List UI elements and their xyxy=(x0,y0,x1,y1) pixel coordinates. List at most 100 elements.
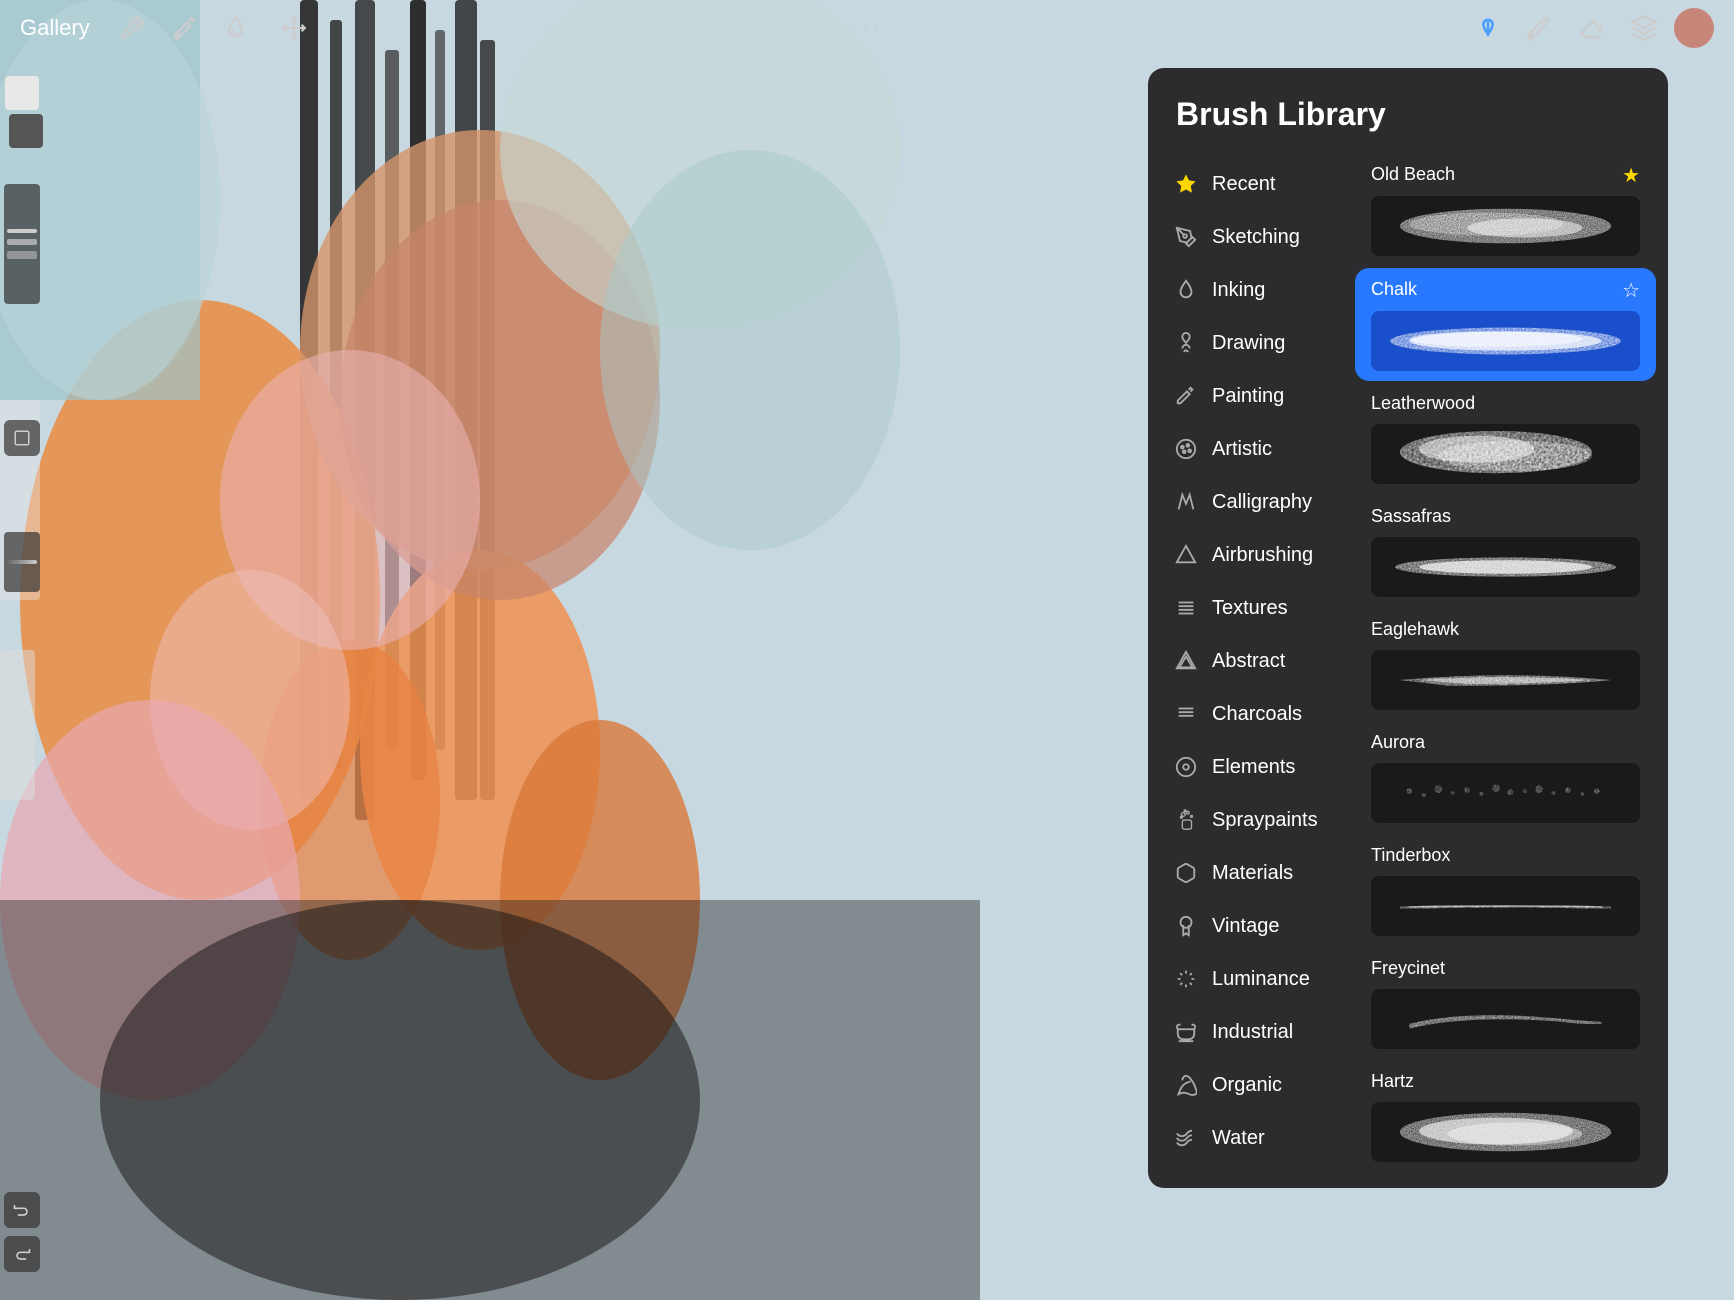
brush-aurora[interactable]: Aurora xyxy=(1355,722,1656,833)
top-bar: Gallery ··· xyxy=(0,0,1734,56)
category-recent-label: Recent xyxy=(1212,173,1275,196)
brush-size-control[interactable] xyxy=(4,184,40,304)
category-spraypaints-label: Spraypaints xyxy=(1212,809,1318,832)
eraser-tool-button[interactable] xyxy=(1570,6,1614,50)
water-icon xyxy=(1174,1126,1198,1150)
smudge-tool-icon[interactable] xyxy=(218,6,262,50)
color-swatch-secondary[interactable] xyxy=(9,114,43,148)
brush-chalk-preview xyxy=(1371,311,1640,371)
gallery-button[interactable]: Gallery xyxy=(20,15,90,41)
spraypaints-icon xyxy=(1174,808,1198,832)
brush-hartz[interactable]: Hartz xyxy=(1355,1061,1656,1172)
category-recent[interactable]: Recent xyxy=(1156,158,1335,210)
category-textures[interactable]: Textures xyxy=(1156,582,1335,634)
undo-button[interactable] xyxy=(4,1192,40,1228)
brush-chalk-name: Chalk xyxy=(1371,279,1417,300)
brush-tinderbox-name: Tinderbox xyxy=(1371,845,1450,866)
organic-icon xyxy=(1174,1073,1198,1097)
brush-library-panel: Brush Library Recent Ske xyxy=(1148,68,1668,1188)
drawing-icon xyxy=(1174,331,1198,355)
opacity-slider[interactable] xyxy=(4,532,40,592)
brush-aurora-preview xyxy=(1371,763,1640,823)
artistic-icon xyxy=(1174,437,1198,461)
brush-old-beach[interactable]: Old Beach ★ xyxy=(1355,153,1656,266)
category-inking-label: Inking xyxy=(1212,279,1265,302)
category-painting-label: Painting xyxy=(1212,385,1284,408)
brush-library-title: Brush Library xyxy=(1176,96,1386,132)
brush-chalk[interactable]: Chalk ☆ xyxy=(1355,268,1656,381)
luminance-icon xyxy=(1174,967,1198,991)
inking-icon xyxy=(1174,278,1198,302)
category-abstract-label: Abstract xyxy=(1212,650,1285,673)
charcoals-icon xyxy=(1174,702,1198,726)
redo-button[interactable] xyxy=(4,1236,40,1272)
move-tool-icon[interactable] xyxy=(272,6,316,50)
airbrushing-icon xyxy=(1174,543,1198,567)
recent-icon xyxy=(1174,172,1198,196)
category-industrial[interactable]: Industrial xyxy=(1156,1006,1335,1058)
category-artistic[interactable]: Artistic xyxy=(1156,423,1335,475)
brush-leatherwood-name: Leatherwood xyxy=(1371,393,1475,414)
category-water-label: Water xyxy=(1212,1127,1265,1150)
brush-eaglehawk[interactable]: Eaglehawk xyxy=(1355,609,1656,720)
category-organic-label: Organic xyxy=(1212,1074,1282,1097)
category-charcoals-label: Charcoals xyxy=(1212,703,1302,726)
category-spraypaints[interactable]: Spraypaints xyxy=(1156,794,1335,846)
materials-icon xyxy=(1174,861,1198,885)
brush-old-beach-name: Old Beach xyxy=(1371,164,1455,185)
color-swatch-primary[interactable] xyxy=(5,76,39,110)
brush-old-beach-star[interactable]: ★ xyxy=(1622,163,1640,188)
layers-tool-button[interactable] xyxy=(1622,6,1666,50)
calligraphy-icon xyxy=(1174,490,1198,514)
brush-sassafras[interactable]: Sassafras xyxy=(1355,496,1656,607)
brush-leatherwood[interactable]: Leatherwood ☆ xyxy=(1355,383,1656,494)
category-airbrushing[interactable]: Airbrushing xyxy=(1156,529,1335,581)
category-drawing-label: Drawing xyxy=(1212,332,1285,355)
brush-sassafras-name: Sassafras xyxy=(1371,506,1451,527)
context-menu-dots[interactable]: ··· xyxy=(850,15,884,41)
textures-icon xyxy=(1174,596,1198,620)
brush-eaglehawk-preview xyxy=(1371,650,1640,710)
category-list: Recent Sketching Inking xyxy=(1148,149,1343,1188)
category-vintage[interactable]: Vintage xyxy=(1156,900,1335,952)
brush-tinderbox[interactable]: Tinderbox xyxy=(1355,835,1656,946)
user-avatar[interactable] xyxy=(1674,8,1714,48)
brush-aurora-name: Aurora xyxy=(1371,732,1425,753)
category-vintage-label: Vintage xyxy=(1212,915,1279,938)
brush-leatherwood-preview xyxy=(1371,424,1640,484)
brush-tool-button[interactable] xyxy=(1518,6,1562,50)
category-textures-label: Textures xyxy=(1212,597,1288,620)
category-artistic-label: Artistic xyxy=(1212,438,1272,461)
category-inking[interactable]: Inking xyxy=(1156,264,1335,316)
category-painting[interactable]: Painting xyxy=(1156,370,1335,422)
category-elements-label: Elements xyxy=(1212,756,1295,779)
category-elements[interactable]: Elements xyxy=(1156,741,1335,793)
brush-library-content: Recent Sketching Inking xyxy=(1148,149,1668,1188)
brush-freycinet[interactable]: Freycinet xyxy=(1355,948,1656,1059)
category-materials[interactable]: Materials xyxy=(1156,847,1335,899)
brush-freycinet-name: Freycinet xyxy=(1371,958,1445,979)
category-sketching[interactable]: Sketching xyxy=(1156,211,1335,263)
brush-chalk-star[interactable]: ☆ xyxy=(1622,278,1640,303)
category-luminance[interactable]: Luminance xyxy=(1156,953,1335,1005)
category-airbrushing-label: Airbrushing xyxy=(1212,544,1313,567)
category-organic[interactable]: Organic xyxy=(1156,1059,1335,1111)
brush-sassafras-preview xyxy=(1371,537,1640,597)
category-abstract[interactable]: Abstract xyxy=(1156,635,1335,687)
brush-freycinet-preview xyxy=(1371,989,1640,1049)
category-charcoals[interactable]: Charcoals xyxy=(1156,688,1335,740)
brush-tinderbox-preview xyxy=(1371,876,1640,936)
category-calligraphy[interactable]: Calligraphy xyxy=(1156,476,1335,528)
left-tools xyxy=(110,6,320,50)
category-water[interactable]: Water xyxy=(1156,1112,1335,1164)
paint-tool-icon[interactable] xyxy=(164,6,208,50)
modify-tool-icon[interactable] xyxy=(110,6,154,50)
category-drawing[interactable]: Drawing xyxy=(1156,317,1335,369)
brush-hartz-name: Hartz xyxy=(1371,1071,1414,1092)
elements-icon xyxy=(1174,755,1198,779)
brush-list: Old Beach ★ xyxy=(1343,149,1668,1188)
square-tool[interactable] xyxy=(4,420,40,456)
pencil-tool-button[interactable] xyxy=(1466,6,1510,50)
brush-old-beach-preview xyxy=(1371,196,1640,256)
category-materials-label: Materials xyxy=(1212,862,1293,885)
